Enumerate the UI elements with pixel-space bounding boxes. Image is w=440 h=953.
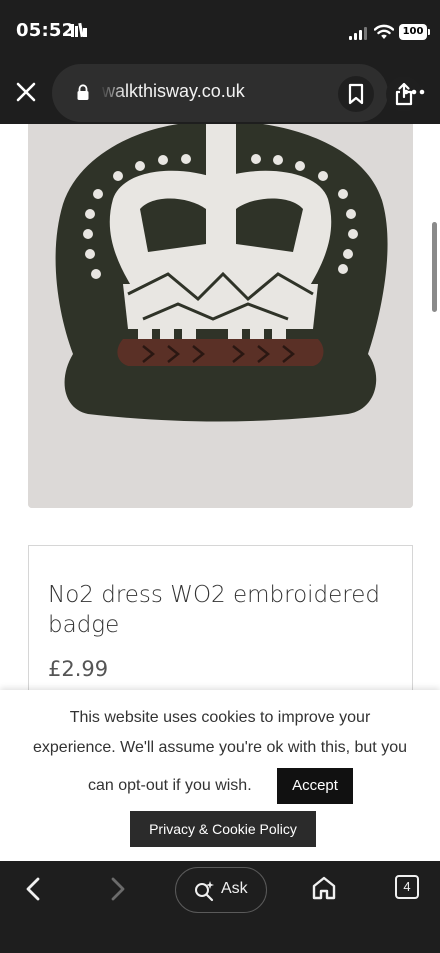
- bookmark-icon: [348, 83, 364, 105]
- chevron-right-icon[interactable]: [103, 875, 131, 903]
- embroidered-crown-badge: [28, 124, 413, 508]
- sparkle-search-icon: [195, 881, 214, 902]
- lock-icon: [77, 84, 89, 100]
- cellular-signal-icon: [349, 26, 369, 40]
- cookie-text-line3: can opt-out if you wish.: [88, 777, 252, 794]
- privacy-policy-button[interactable]: Privacy & Cookie Policy: [130, 811, 316, 847]
- wifi-icon: [374, 24, 394, 39]
- address-bar[interactable]: walkthisway.co.uk: [52, 64, 422, 122]
- product-image: [28, 124, 413, 508]
- status-bar: 05:52 100: [0, 0, 440, 62]
- ask-button[interactable]: Ask: [175, 867, 267, 913]
- accept-button[interactable]: Accept: [277, 768, 353, 804]
- battery-indicator: 100: [399, 24, 430, 40]
- home-icon[interactable]: [310, 874, 338, 902]
- bottom-navigation: Ask 4: [0, 861, 440, 953]
- status-time: 05:52: [16, 20, 75, 41]
- close-icon[interactable]: [14, 80, 38, 104]
- ask-label: Ask: [221, 880, 248, 897]
- scrollbar[interactable]: [432, 222, 437, 312]
- cookie-text-line1: This website uses cookies to improve you…: [69, 709, 371, 726]
- reading-library-icon: [71, 22, 87, 38]
- chevron-left-icon[interactable]: [20, 875, 48, 903]
- product-title: No2 dress WO2 embroidered badge: [48, 582, 381, 638]
- browser-toolbar: walkthisway.co.uk: [0, 62, 440, 124]
- bookmark-button[interactable]: [338, 76, 374, 112]
- cookie-text-line2: experience. We'll assume you're ok with …: [33, 739, 407, 756]
- url-fade: [100, 74, 126, 112]
- tabs-button[interactable]: 4: [395, 875, 419, 899]
- more-horizontal-icon[interactable]: [400, 80, 428, 104]
- product-price: £2.99: [48, 657, 109, 681]
- cookie-banner: This website uses cookies to improve you…: [0, 690, 440, 861]
